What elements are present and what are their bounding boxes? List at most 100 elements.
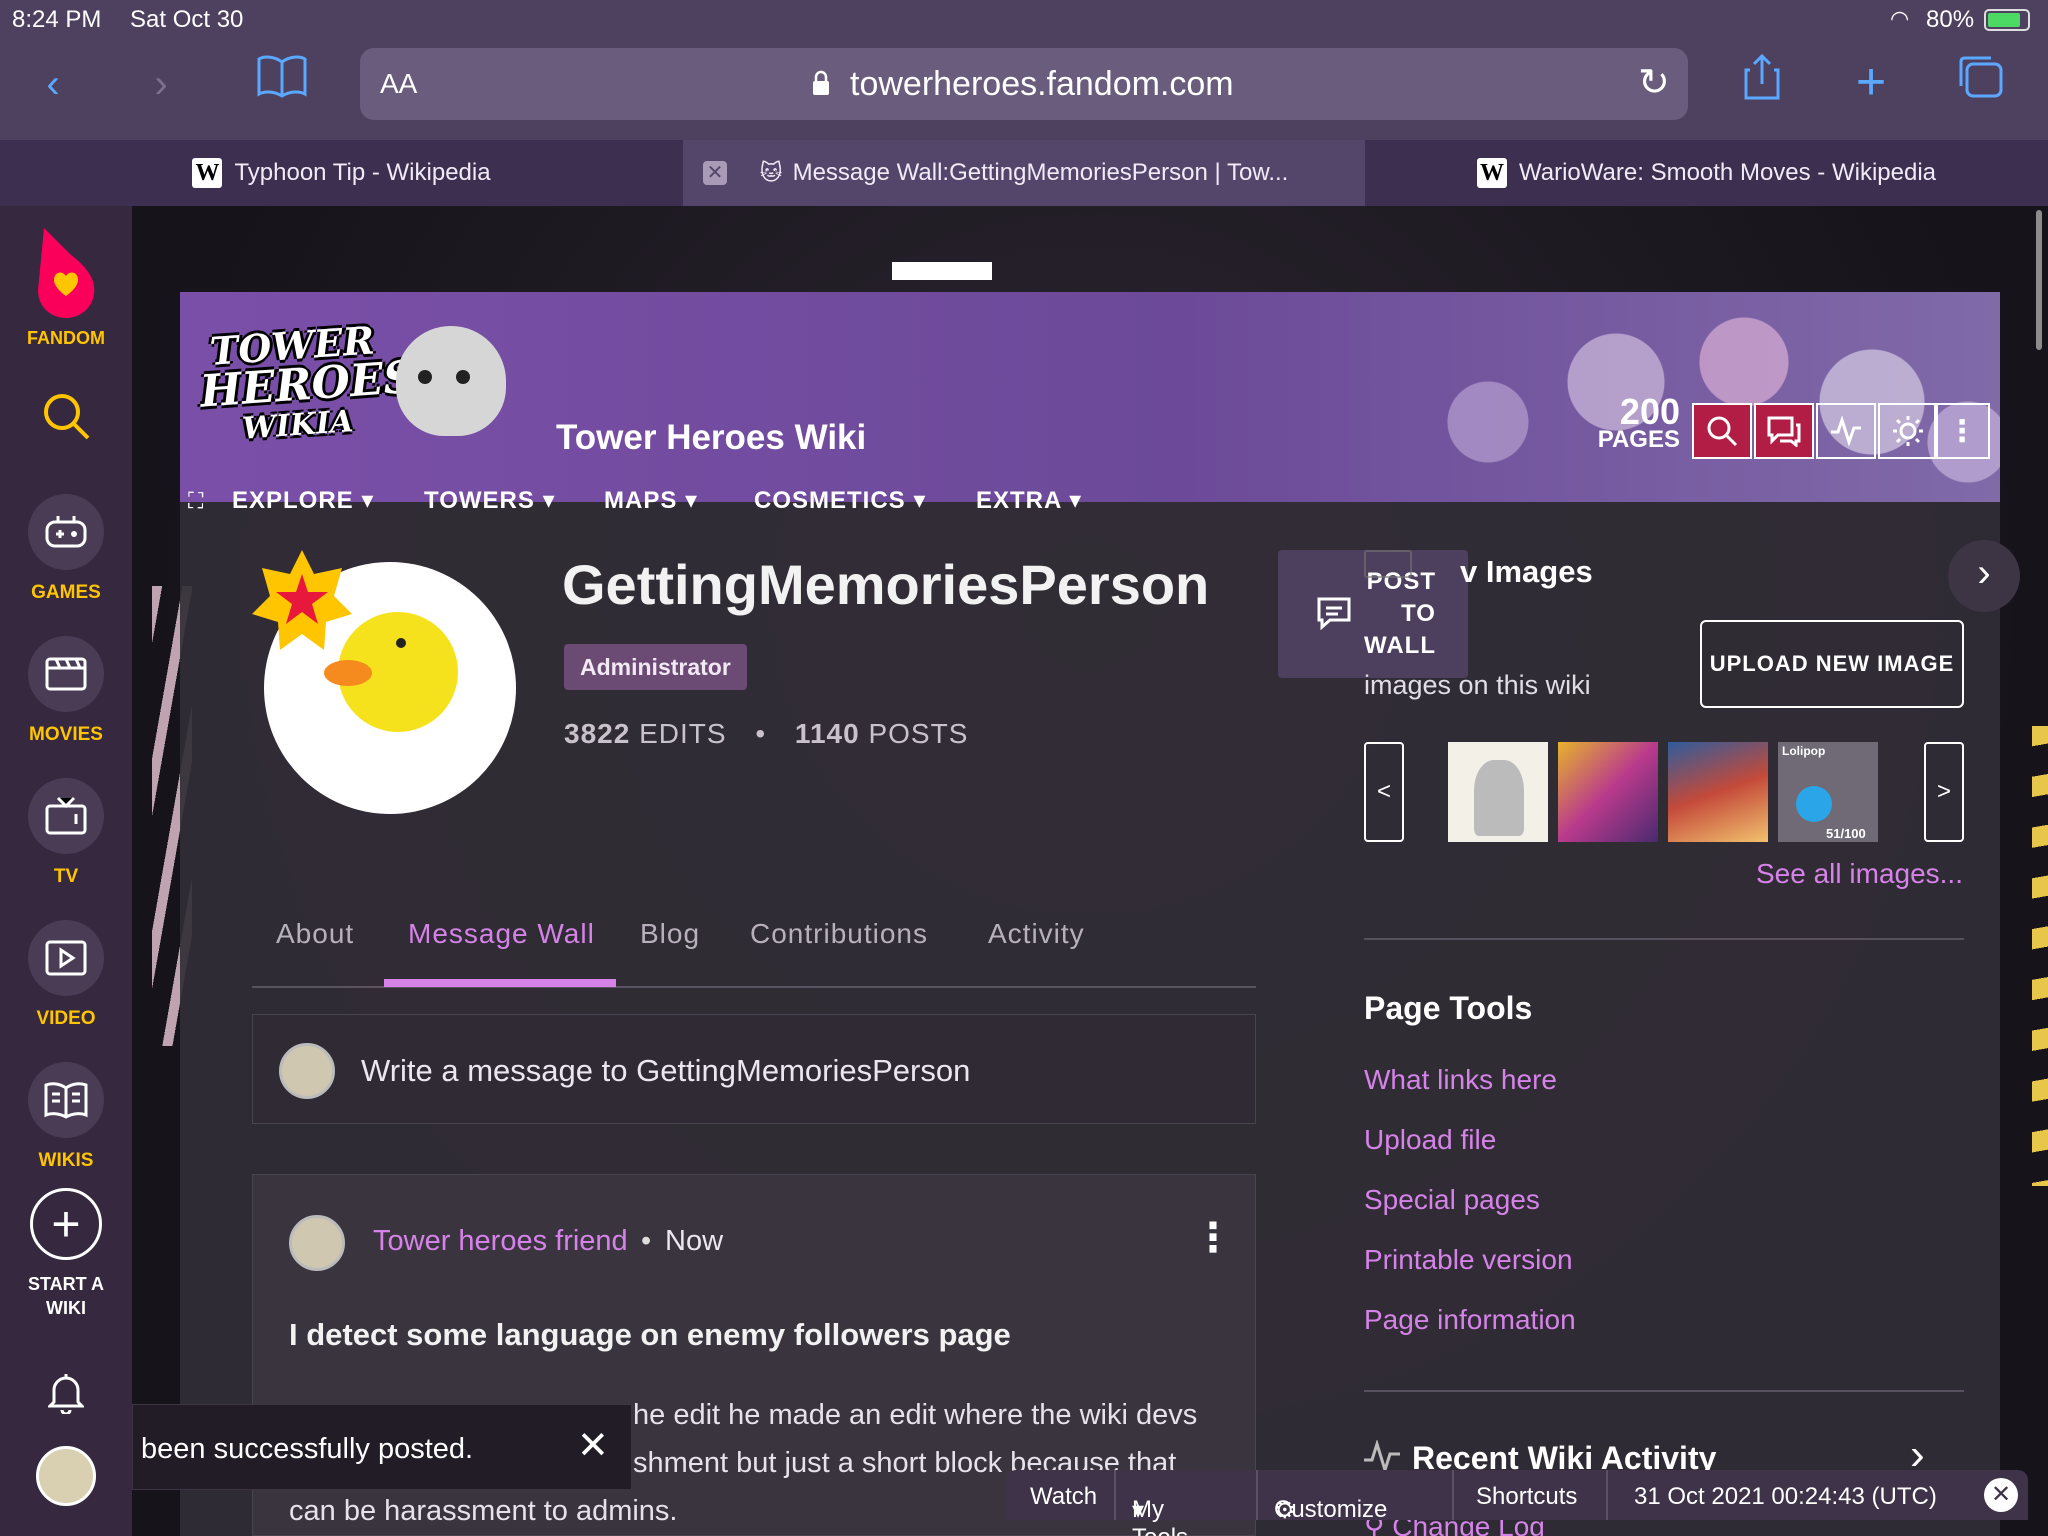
sidebar-item-label: MOVIES [29,724,103,745]
upload-file-link[interactable]: Upload file [1364,1124,1496,1156]
tab-activity[interactable]: Activity [988,918,1085,950]
tab-message-wall[interactable]: Message Wall [408,918,595,950]
edits-label: EDITS [639,718,727,749]
page-counter: 200 PAGES [1584,394,1680,454]
sidebar-item-video[interactable]: VIDEO [0,920,132,1030]
clapperboard-icon [28,636,104,712]
carousel-prev-button[interactable]: < [1364,742,1404,842]
recent-changes-button[interactable] [1816,403,1876,459]
compose-message-box[interactable]: Write a message to GettingMemoriesPerson [252,1014,1256,1124]
role-badge: Administrator [564,644,747,690]
toolbar-divider [1606,1470,1608,1520]
message-body-line: can be harassment to admins. [289,1495,678,1527]
avatar [279,1043,335,1099]
see-all-images-link[interactable]: See all images... [1756,858,1963,890]
new-tab-icon[interactable]: + [1846,52,1896,112]
theme-toggle-button[interactable] [1878,403,1938,459]
text-size-button[interactable]: AA [380,68,417,100]
special-pages-link[interactable]: Special pages [1364,1184,1540,1216]
toolbar-divider [1452,1470,1454,1520]
message-separator: • [641,1225,652,1257]
more-options-button[interactable]: ⋮ [1934,403,1990,459]
nav-cosmetics[interactable]: COSMETICS ▾ [754,486,926,515]
sidebar-item-movies[interactable]: MOVIES [0,636,132,746]
wikipedia-icon: W [1477,158,1507,188]
plus-icon: + [30,1188,102,1260]
printable-version-link[interactable]: Printable version [1364,1244,1573,1276]
profile-username: GettingMemoriesPerson [562,553,1210,616]
wifi-icon: ◠ [1890,6,1910,31]
image-thumbnail[interactable] [1558,742,1658,842]
sidebar-item-label: GAMES [31,582,101,603]
tab-about[interactable]: About [276,918,354,950]
watch-button[interactable]: Watch [1030,1483,1097,1511]
image-thumbnail[interactable] [1448,742,1548,842]
sidebar-item-start-a-wiki[interactable]: + START A WIKI [0,1188,132,1320]
rail-divider [1364,938,1964,940]
nav-maps[interactable]: MAPS ▾ [604,486,698,515]
what-links-here-link[interactable]: What links here [1364,1064,1557,1096]
address-bar[interactable]: AA towerheroes.fandom.com ↻ [360,48,1688,120]
image-thumbnail[interactable]: Lolipop 51/100 [1778,742,1878,842]
browser-tab-label: Typhoon Tip - Wikipedia [234,159,491,186]
image-thumbnail[interactable] [1668,742,1768,842]
tabs-overview-icon[interactable] [1956,54,2006,117]
nav-explore[interactable]: EXPLORE ▾ [232,486,374,515]
upload-new-image-button[interactable]: UPLOAD NEW IMAGE [1700,620,1964,708]
browser-tab-3[interactable]: W WarioWare: Smooth Moves - Wikipedia [1365,140,2048,206]
wiki-mascot-cat [396,326,506,436]
thumbnail-caption: Lolipop [1782,744,1826,758]
browser-tab-1[interactable]: W Typhoon Tip - Wikipedia [0,140,683,206]
rail-divider [1364,1390,1964,1392]
share-icon[interactable] [1740,53,1784,117]
tab-contributions[interactable]: Contributions [750,918,928,950]
forward-icon[interactable]: › [138,54,184,114]
wiki-name[interactable]: Tower Heroes Wiki [556,418,866,458]
nav-towers[interactable]: TOWERS ▾ [424,486,556,515]
back-icon[interactable]: ‹ [30,54,76,114]
sidebar-item-games[interactable]: GAMES [0,494,132,604]
battery-percent: 80% [1926,6,1975,33]
sun-icon [1893,416,1923,446]
page-information-link[interactable]: Page information [1364,1304,1576,1336]
nav-extra[interactable]: EXTRA ▾ [976,486,1082,515]
rail-expand-button[interactable]: › [1948,540,2020,612]
bookmarks-icon[interactable] [252,54,312,115]
status-time: 8:24 PM [12,6,102,33]
toolbar-divider [1114,1470,1116,1520]
profile-stats: 3822 EDITS • 1140 POSTS [564,718,969,749]
sidebar-item-label: TV [53,866,79,887]
images-title-fragment: v Images [1460,554,1593,589]
shortcuts-button[interactable]: Shortcuts [1476,1483,1577,1511]
tab-blog[interactable]: Blog [640,918,700,950]
wiki-logo[interactable]: TOWER HEROES WIKIA [198,317,416,466]
notifications-bell-icon[interactable] [46,1370,86,1416]
message-time: Now [665,1225,724,1257]
search-icon[interactable] [42,392,92,442]
avatar [289,1215,345,1271]
toolbar-divider [1256,1470,1258,1520]
close-toolbar-icon[interactable]: ✕ [1984,1478,2018,1512]
browser-tab-2[interactable]: ✕ 🐱 Message Wall:GettingMemoriesPerson |… [683,140,1365,206]
page-scrollbar[interactable] [2036,210,2042,350]
message-options-icon[interactable]: ⋮ [1193,1215,1233,1261]
sidebar-item-wikis[interactable]: WIKIS [0,1062,132,1172]
utc-clock: 31 Oct 2021 00:24:43 (UTC) [1634,1483,1937,1510]
browser-tab-label: Message Wall:GettingMemoriesPerson | Tow… [792,159,1289,186]
close-tab-icon[interactable]: ✕ [703,161,727,185]
close-icon[interactable]: ✕ [577,1423,609,1468]
message-author[interactable]: Tower heroes friend [373,1225,628,1258]
active-tab-indicator [384,979,616,987]
reload-icon[interactable]: ↻ [1638,60,1670,105]
activity-icon [1831,416,1861,446]
sidebar-item-tv[interactable]: TV [0,778,132,888]
carousel-next-button[interactable]: > [1924,742,1964,842]
wiki-search-button[interactable] [1692,403,1752,459]
discussions-button[interactable] [1754,403,1814,459]
url-text[interactable]: towerheroes.fandom.com [850,65,1234,104]
fandom-logo-icon[interactable] [30,224,102,320]
sidebar-item-label: START A WIKI [28,1274,104,1318]
user-avatar[interactable] [36,1446,96,1506]
search-icon [1707,416,1738,447]
compose-placeholder[interactable]: Write a message to GettingMemoriesPerson [361,1053,970,1089]
